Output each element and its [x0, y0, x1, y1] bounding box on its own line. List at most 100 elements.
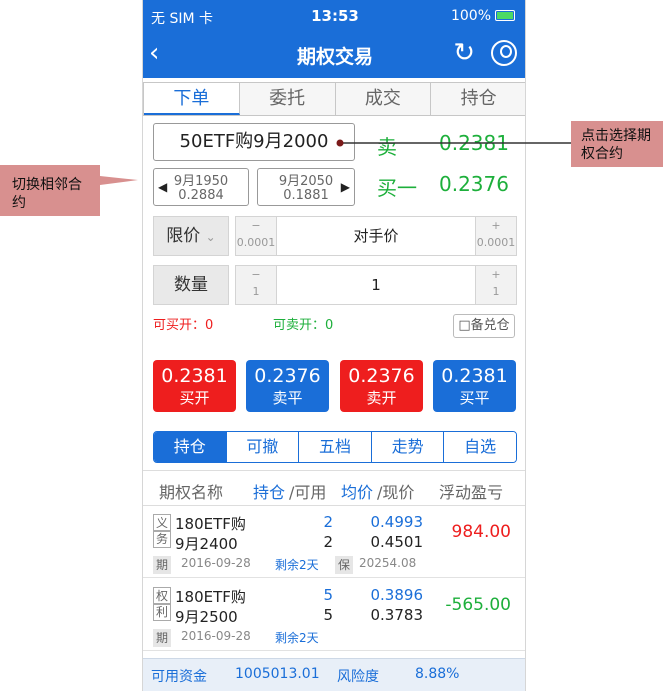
col-cur: /现价 — [377, 483, 415, 502]
buy-open-label: 买开 — [179, 389, 210, 407]
tab-entrust[interactable]: 委托 — [240, 83, 336, 115]
row-avail: 2 — [323, 533, 333, 551]
next-contract-price: 0.1881 — [283, 188, 329, 203]
battery-icon — [495, 10, 515, 21]
refresh-icon[interactable]: ↻ — [453, 38, 475, 68]
row-margin: 20254.08 — [359, 556, 417, 570]
prev-contract-price: 0.2884 — [178, 188, 224, 203]
main-tabs: 下单 委托 成交 持仓 — [143, 82, 525, 116]
can-sell-open: 可卖开：0 — [273, 314, 333, 333]
sell-open-price: 0.2376 — [348, 365, 415, 387]
row-avg: 0.4993 — [370, 513, 424, 531]
qty-plus-button[interactable]: + 1 — [475, 265, 517, 305]
subtab-cancelable[interactable]: 可撤 — [226, 432, 300, 462]
can-sell-value: 0 — [325, 318, 334, 333]
price-plus-step: 0.0001 — [476, 236, 516, 249]
row-tag: 期 — [153, 629, 171, 647]
row-hold: 5 — [323, 586, 333, 604]
buy-close-price: 0.2381 — [441, 365, 508, 387]
row-name: 180ETF购 — [175, 588, 246, 606]
buy-open-button[interactable]: 0.2381 买开 — [153, 360, 236, 412]
tab-order[interactable]: 下单 — [144, 83, 240, 115]
subtab-watchlist[interactable]: 自选 — [444, 432, 516, 462]
row-remain: 剩余2天 — [275, 631, 319, 645]
risk-value: 8.88% — [415, 666, 460, 682]
table-row[interactable]: 义 务 180ETF购 9月2400 2 2 0.4993 0.4501 984… — [143, 506, 525, 578]
sub-tabs: 持仓 可撤 五档 走势 自选 — [153, 431, 517, 463]
subtab-trend[interactable]: 走势 — [371, 432, 445, 462]
sell-label: 卖 — [377, 135, 397, 159]
quantity-row: 数量 − 1 1 + 1 — [153, 265, 517, 305]
table-row[interactable]: 权 利 180ETF购 9月2500 5 5 0.3896 0.3783 -56… — [143, 579, 525, 651]
can-buy-value: 0 — [205, 318, 214, 333]
col-hold[interactable]: 持仓 — [253, 479, 285, 503]
row-tag: 期 — [153, 556, 171, 574]
row-date: 2016-09-28 — [181, 629, 251, 643]
row-name: 9月2500 — [175, 608, 238, 626]
row-tag: 利 — [153, 603, 171, 621]
minus-icon: − — [251, 219, 261, 232]
funds-value: 1005013.01 — [235, 666, 320, 682]
col-avail: /可用 — [289, 483, 327, 502]
row-cur: 0.4501 — [370, 533, 424, 551]
prev-contract-button[interactable]: ◀ 9月1950 0.2884 — [153, 168, 249, 206]
plus-icon: + — [491, 219, 501, 232]
sell-open-label: 卖开 — [366, 389, 397, 407]
contract-select-button[interactable]: 50ETF购9月2000 — [153, 123, 355, 161]
sell-close-button[interactable]: 0.2376 卖平 — [246, 360, 329, 412]
price-type-select[interactable]: 限价 ⌄ — [153, 216, 229, 256]
row-tag: 务 — [153, 530, 171, 548]
phone-screen: 无 SIM 卡 13:53 100% ‹ 期权交易 ↻ 下单 委托 成交 持仓 … — [142, 0, 526, 691]
row-tag: 保 — [335, 556, 353, 574]
subtab-holdings[interactable]: 持仓 — [154, 432, 227, 462]
user-icon[interactable] — [491, 40, 517, 66]
subtab-five-levels[interactable]: 五档 — [299, 432, 372, 462]
row-pnl: -565.00 — [445, 595, 511, 615]
qty-minus-button[interactable]: − 1 — [235, 265, 277, 305]
battery-text: 100% — [450, 8, 491, 24]
row-hold: 2 — [323, 513, 333, 531]
sell-close-price: 0.2376 — [254, 365, 321, 387]
buy1-price: 0.2376 — [439, 172, 509, 196]
col-pnl: 浮动盈亏 — [439, 483, 504, 502]
right-triangle-icon: ▶ — [340, 180, 350, 194]
footer-bar: 可用资金 1005013.01 风险度 8.88% — [143, 658, 525, 691]
plus-icon: + — [491, 268, 501, 281]
risk-label: 风险度 — [337, 669, 379, 685]
price-minus-button[interactable]: − 0.0001 — [235, 216, 277, 256]
chevron-down-icon: ⌄ — [205, 230, 216, 244]
minus-icon: − — [251, 268, 261, 281]
sell-open-button[interactable]: 0.2376 卖开 — [340, 360, 423, 412]
status-bar: 无 SIM 卡 13:53 100% — [143, 0, 525, 32]
row-name: 180ETF购 — [175, 515, 246, 533]
price-plus-button[interactable]: + 0.0001 — [475, 216, 517, 256]
row-avg: 0.3896 — [370, 586, 424, 604]
nav-bar: ‹ 期权交易 ↻ — [143, 32, 525, 78]
price-input[interactable]: 对手价 — [277, 216, 475, 256]
price-minus-step: 0.0001 — [236, 236, 276, 249]
col-avg[interactable]: 均价 — [341, 479, 373, 503]
row-remain: 剩余2天 — [275, 558, 319, 572]
tab-position[interactable]: 持仓 — [431, 83, 525, 115]
buy-open-price: 0.2381 — [161, 365, 228, 387]
next-contract-button[interactable]: 9月2050 0.1881 ▶ — [257, 168, 355, 206]
qty-plus-step: 1 — [492, 285, 500, 298]
next-contract-name: 9月2050 — [278, 174, 334, 189]
can-buy-label: 可买开： — [153, 318, 206, 333]
row-pnl: 984.00 — [451, 522, 511, 542]
can-sell-label: 可卖开： — [273, 318, 326, 333]
can-buy-open: 可买开：0 — [153, 314, 213, 333]
right-annotation: 点击选择期权合约 — [581, 128, 651, 162]
sell-price: 0.2381 — [439, 131, 509, 155]
col-name: 期权名称 — [159, 483, 224, 502]
buy-close-label: 买平 — [459, 389, 490, 407]
price-type-label: 限价 — [166, 226, 201, 246]
sell-close-label: 卖平 — [272, 389, 303, 407]
covered-checkbox[interactable]: □备兑仓 — [453, 314, 515, 338]
tab-deal[interactable]: 成交 — [336, 83, 432, 115]
row-date: 2016-09-28 — [181, 556, 251, 570]
prev-contract-name: 9月1950 — [173, 174, 229, 189]
buy-close-button[interactable]: 0.2381 买平 — [433, 360, 516, 412]
quantity-input[interactable]: 1 — [277, 265, 475, 305]
row-name: 9月2400 — [175, 535, 238, 553]
